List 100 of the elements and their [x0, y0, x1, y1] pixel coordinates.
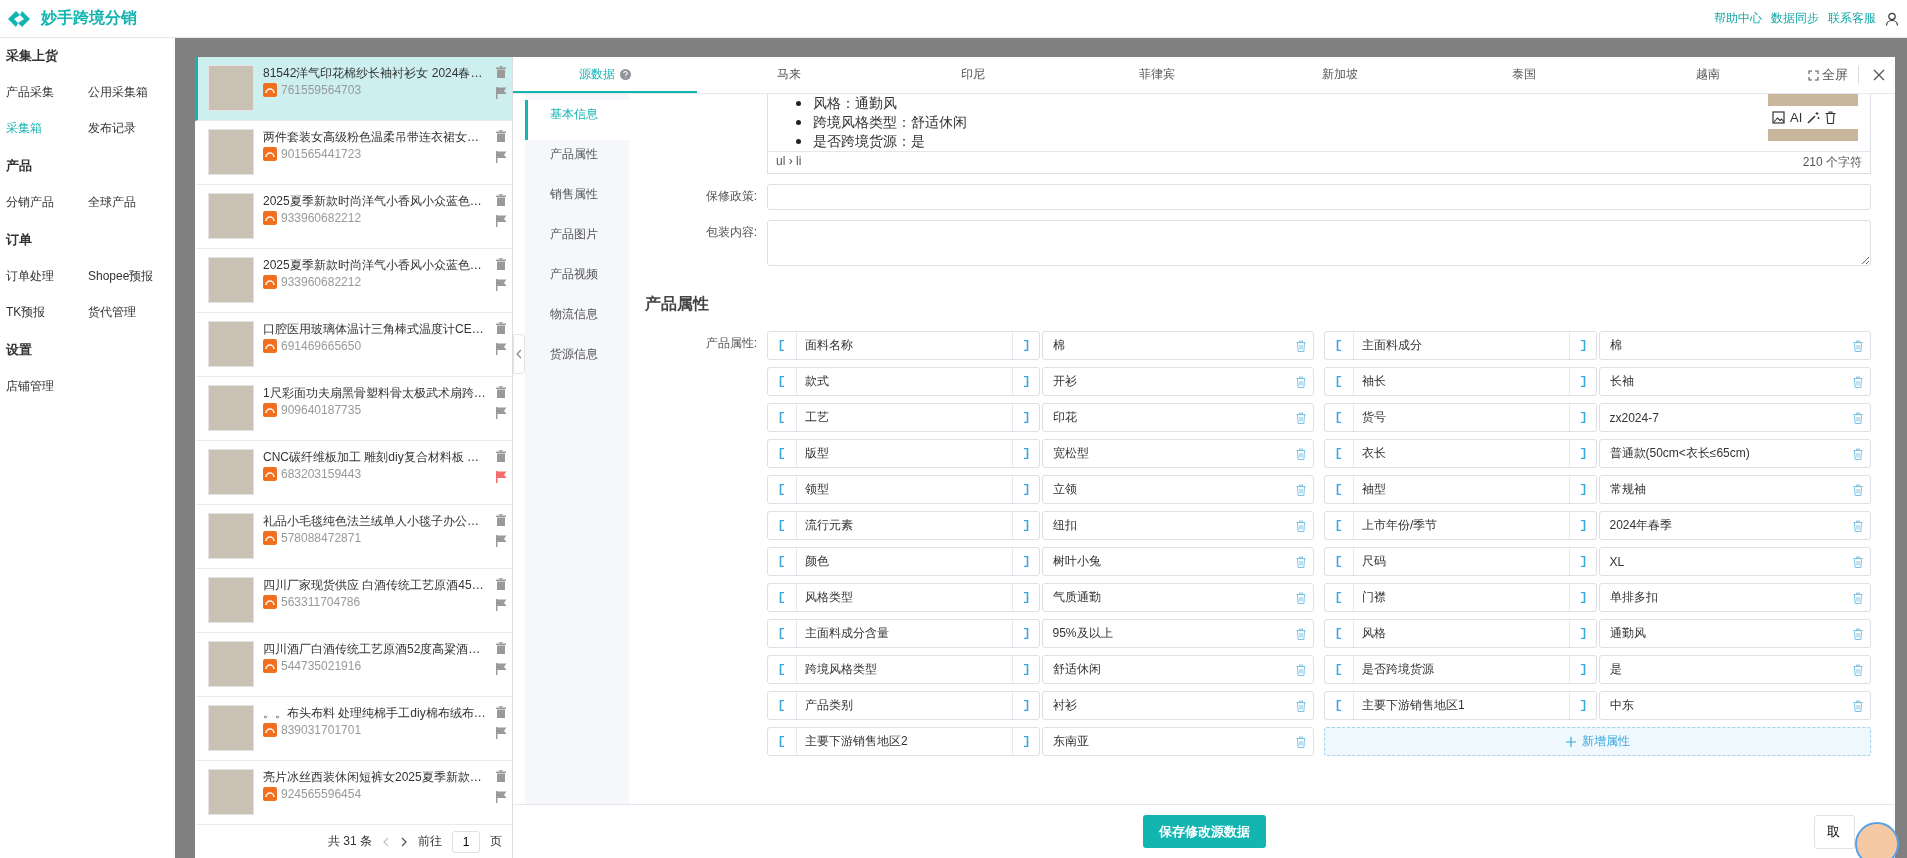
product-list-item[interactable]: 亮片冰丝西装休闲短裤女2025夏季新款… 924565596454	[195, 761, 512, 825]
attribute-value-field[interactable]: 立领	[1041, 475, 1314, 504]
attribute-value-field[interactable]: 东南亚	[1041, 727, 1314, 756]
product-list-item[interactable]: 2025夏季新款时尚洋气小香风小众蓝色… 933960682212	[195, 185, 512, 249]
flag-icon[interactable]	[495, 535, 507, 547]
attribute-name-field[interactable]: 货号	[1324, 403, 1597, 432]
product-list-item[interactable]: 81542洋气印花棉纱长袖衬衫女 2024春… 761559564703	[195, 57, 512, 121]
attribute-value-field[interactable]: 单排多扣	[1598, 583, 1871, 612]
attribute-name-field[interactable]: 袖长	[1324, 367, 1597, 396]
section-nav-item[interactable]: 销售属性	[525, 180, 629, 220]
flag-icon[interactable]	[495, 791, 507, 803]
attribute-value-field[interactable]: XL	[1598, 547, 1871, 576]
attribute-name-field[interactable]: 尺码	[1324, 547, 1597, 576]
product-list-item[interactable]: 2025夏季新款时尚洋气小香风小众蓝色… 933960682212	[195, 249, 512, 313]
attribute-name-field[interactable]: 款式	[767, 367, 1040, 396]
page-input[interactable]: 1	[452, 830, 480, 853]
sidebar-item[interactable]: Shopee预报	[88, 266, 170, 286]
attribute-name-field[interactable]: 主要下游销售地区1	[1324, 691, 1597, 720]
sidebar-item[interactable]: TK预报	[6, 302, 88, 322]
product-list-item[interactable]: 四川厂家现货供应 白酒传统工艺原酒45… 563311704786	[195, 569, 512, 633]
section-nav-item[interactable]: 产品属性	[525, 140, 629, 180]
attribute-name-field[interactable]: 主面料成分	[1324, 331, 1597, 360]
attribute-value-field[interactable]: 树叶小兔	[1041, 547, 1314, 576]
section-nav-item[interactable]: 产品视频	[525, 260, 629, 300]
sidebar-item[interactable]: 货代管理	[88, 302, 170, 322]
attribute-value-field[interactable]: 长袖	[1598, 367, 1871, 396]
tab[interactable]: 新加坡	[1248, 57, 1433, 93]
tab[interactable]: 印尼	[880, 57, 1065, 93]
sidebar-item[interactable]: 分销产品	[6, 192, 88, 212]
tab[interactable]: 越南	[1616, 57, 1800, 93]
flag-icon[interactable]	[495, 663, 507, 675]
flag-icon[interactable]	[495, 151, 507, 163]
attribute-name-field[interactable]: 衣长	[1324, 439, 1597, 468]
attribute-value-field[interactable]: 中东	[1598, 691, 1871, 720]
attribute-value-field[interactable]: 通勤风	[1598, 619, 1871, 648]
attribute-name-field[interactable]: 主要下游销售地区2	[767, 727, 1040, 756]
close-icon[interactable]	[1873, 69, 1885, 81]
attribute-name-field[interactable]: 袖型	[1324, 475, 1597, 504]
attribute-value-field[interactable]: 纽扣	[1041, 511, 1314, 540]
attribute-value-field[interactable]: 普通款(50cm<衣长≤65cm)	[1598, 439, 1871, 468]
tab[interactable]: 菲律宾	[1064, 57, 1249, 93]
sidebar-item[interactable]: 发布记录	[88, 118, 170, 138]
flag-icon[interactable]	[495, 87, 507, 99]
product-list-item[interactable]: 四川酒厂白酒传统工艺原酒52度高粱酒… 544735021916	[195, 633, 512, 697]
attribute-name-field[interactable]: 是否跨境货源	[1324, 655, 1597, 684]
rich-text-editor[interactable]: 风格：通勤风 跨境风格类型：舒适休闲 是否跨境货源：是 AI ul › li 210 个字符	[767, 94, 1871, 174]
section-nav-item[interactable]: 产品图片	[525, 220, 629, 260]
tab[interactable]: 泰国	[1432, 57, 1617, 93]
attribute-value-field[interactable]: 是	[1598, 655, 1871, 684]
sidebar-item[interactable]: 店铺管理	[6, 376, 88, 396]
attribute-name-field[interactable]: 面料名称	[767, 331, 1040, 360]
attribute-value-field[interactable]: 印花	[1041, 403, 1314, 432]
attribute-value-field[interactable]: 舒适休闲	[1041, 655, 1314, 684]
flag-icon[interactable]	[495, 343, 507, 355]
attribute-name-field[interactable]: 版型	[767, 439, 1040, 468]
product-list-item[interactable]: 。。布头布料 处理纯棉手工diy棉布绒布… 839031701701	[195, 697, 512, 761]
flag-icon[interactable]	[495, 471, 507, 483]
tab[interactable]: 马来	[696, 57, 881, 93]
attribute-name-field[interactable]: 产品类别	[767, 691, 1040, 720]
flag-icon[interactable]	[495, 727, 507, 739]
magic-wand-icon[interactable]	[1807, 111, 1821, 124]
attribute-value-field[interactable]: 95%及以上	[1041, 619, 1314, 648]
sidebar-item[interactable]: 公用采集箱	[88, 82, 170, 102]
image-icon[interactable]	[1772, 111, 1785, 124]
attribute-value-field[interactable]: 宽松型	[1041, 439, 1314, 468]
product-list-item[interactable]: 口腔医用玻璃体温计三角棒式温度计CE… 691469665650	[195, 313, 512, 377]
user-icon[interactable]	[1885, 11, 1899, 26]
attribute-value-field[interactable]: 常规袖	[1598, 475, 1871, 504]
product-list-item[interactable]: 礼品小毛毯纯色法兰绒单人小毯子办公… 578088472871	[195, 505, 512, 569]
flag-icon[interactable]	[495, 215, 507, 227]
attribute-value-field[interactable]: 棉	[1598, 331, 1871, 360]
flag-icon[interactable]	[495, 407, 507, 419]
attribute-name-field[interactable]: 跨境风格类型	[767, 655, 1040, 684]
input-field[interactable]	[767, 184, 1871, 210]
attribute-value-field[interactable]: 气质通勤	[1041, 583, 1314, 612]
attribute-name-field[interactable]: 领型	[767, 475, 1040, 504]
chevron-right-icon[interactable]	[400, 836, 408, 847]
sidebar-item[interactable]: 全球产品	[88, 192, 170, 212]
product-list-item[interactable]: CNC碳纤维板加工 雕刻diy复合材料板 … 683203159443	[195, 441, 512, 505]
attribute-name-field[interactable]: 风格类型	[767, 583, 1040, 612]
attribute-value-field[interactable]: 衬衫	[1041, 691, 1314, 720]
collapse-handle[interactable]	[513, 334, 525, 374]
trash-icon[interactable]	[1825, 111, 1837, 124]
attribute-name-field[interactable]: 风格	[1324, 619, 1597, 648]
section-nav-item[interactable]: 货源信息	[525, 340, 629, 380]
attribute-name-field[interactable]: 主面料成分含量	[767, 619, 1040, 648]
product-list-item[interactable]: 两件套装女高级粉色温柔吊带连衣裙女… 901565441723	[195, 121, 512, 185]
attribute-name-field[interactable]: 门襟	[1324, 583, 1597, 612]
attribute-value-field[interactable]: 开衫	[1041, 367, 1314, 396]
attribute-value-field[interactable]: zx2024-7	[1598, 403, 1871, 432]
attribute-name-field[interactable]: 颜色	[767, 547, 1040, 576]
textarea-field[interactable]	[767, 220, 1871, 266]
attribute-name-field[interactable]: 流行元素	[767, 511, 1040, 540]
section-nav-item[interactable]: 物流信息	[525, 300, 629, 340]
attribute-value-field[interactable]: 2024年春季	[1598, 511, 1871, 540]
chevron-left-icon[interactable]	[382, 836, 390, 847]
attribute-value-field[interactable]: 棉	[1041, 331, 1314, 360]
attribute-name-field[interactable]: 工艺	[767, 403, 1040, 432]
fullscreen-button[interactable]: 全屏	[1808, 66, 1859, 84]
product-list-item[interactable]: 1尺彩面功夫扇黑骨塑料骨太极武术扇跨… 909640187735	[195, 377, 512, 441]
